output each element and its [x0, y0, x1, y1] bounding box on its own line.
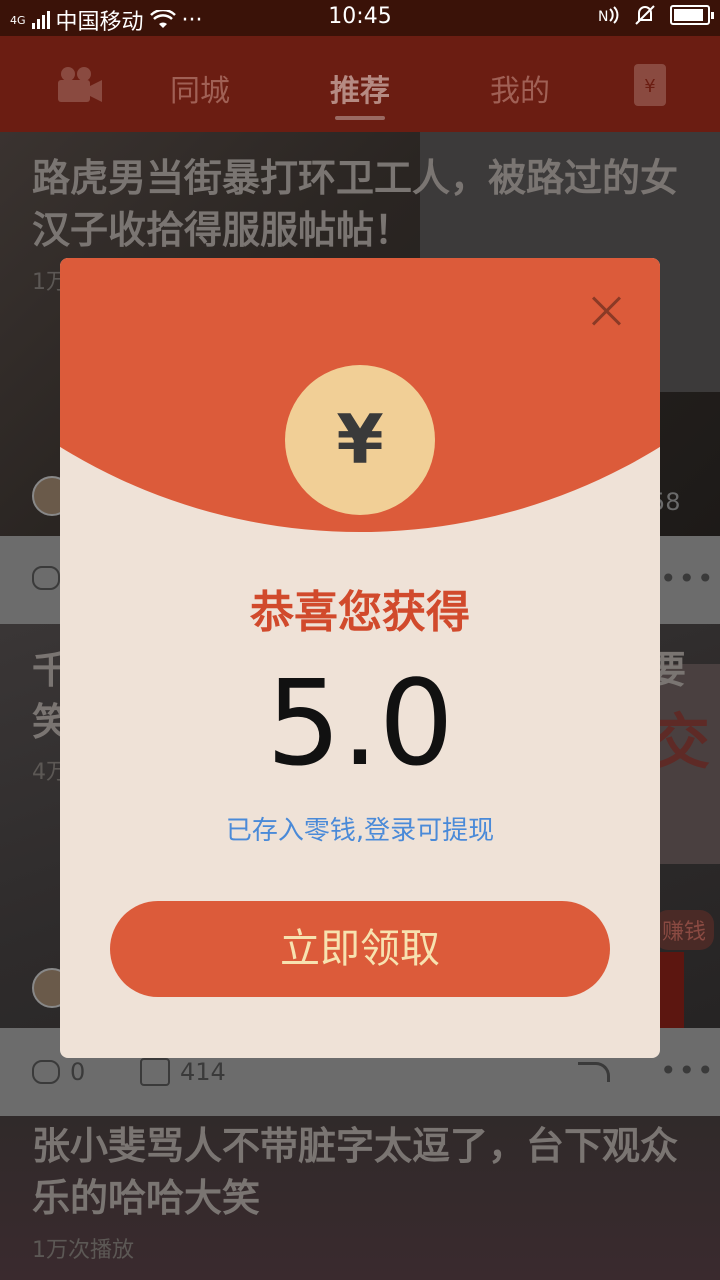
reward-amount: 5.0 — [266, 654, 454, 792]
close-icon[interactable] — [590, 294, 624, 328]
wallet-note: 已存入零钱,登录可提现 — [225, 816, 495, 846]
red-packet-modal: ¥ 恭喜您获得 5.0 已存入零钱,登录可提现 立即领取 — [60, 258, 660, 1058]
congrats-heading: 恭喜您获得 — [250, 587, 470, 638]
yuan-coin-icon: ¥ — [285, 365, 435, 515]
claim-button[interactable]: 立即领取 — [110, 901, 610, 997]
